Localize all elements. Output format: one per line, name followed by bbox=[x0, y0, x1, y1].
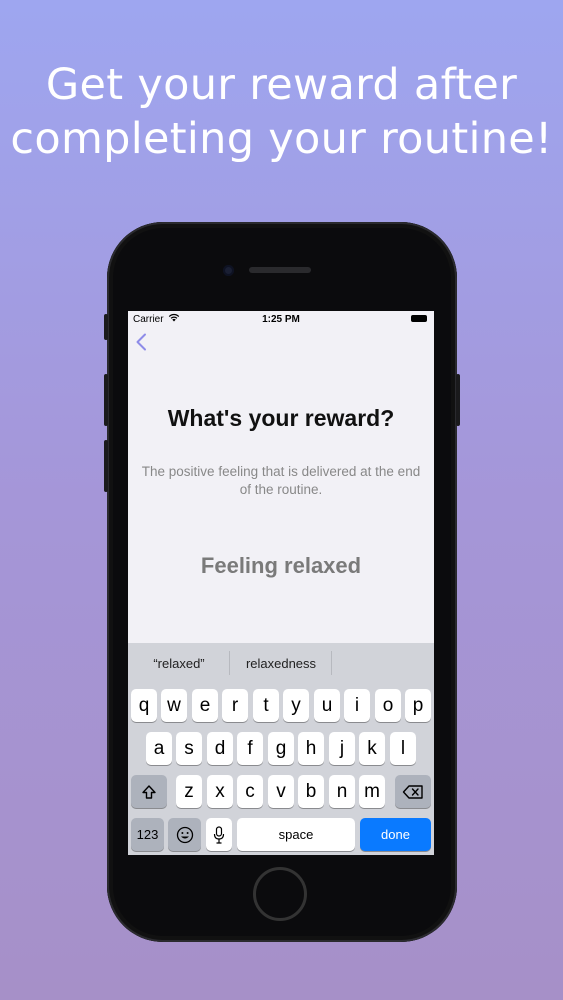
phone-screen: Carrier 1:25 PM What's your reward? The … bbox=[128, 311, 434, 855]
headline-line-1: Get your reward after bbox=[45, 60, 518, 110]
keyboard: “relaxed” relaxedness q w e r t y u i o … bbox=[128, 643, 434, 855]
key-f[interactable]: f bbox=[237, 732, 263, 765]
volume-down-button bbox=[104, 440, 108, 492]
suggestion-divider bbox=[331, 651, 332, 675]
key-w[interactable]: w bbox=[161, 689, 187, 722]
key-m[interactable]: m bbox=[359, 775, 385, 808]
key-c[interactable]: c bbox=[237, 775, 263, 808]
home-button[interactable] bbox=[253, 867, 307, 921]
shift-icon bbox=[142, 784, 156, 799]
delete-key[interactable] bbox=[395, 775, 431, 808]
space-key[interactable]: space bbox=[237, 818, 355, 851]
suggestion-bar: “relaxed” relaxedness bbox=[128, 643, 434, 685]
key-x[interactable]: x bbox=[207, 775, 233, 808]
key-z[interactable]: z bbox=[176, 775, 202, 808]
key-q[interactable]: q bbox=[131, 689, 157, 722]
key-e[interactable]: e bbox=[192, 689, 218, 722]
key-b[interactable]: b bbox=[298, 775, 324, 808]
suggestion-1[interactable]: “relaxed” bbox=[134, 656, 224, 671]
key-n[interactable]: n bbox=[329, 775, 355, 808]
key-i[interactable]: i bbox=[344, 689, 370, 722]
key-p[interactable]: p bbox=[405, 689, 431, 722]
page-subtitle: The positive feeling that is delivered a… bbox=[141, 464, 421, 497]
headline-line-2: completing your routine! bbox=[10, 114, 553, 164]
key-r[interactable]: r bbox=[222, 689, 248, 722]
mute-switch bbox=[104, 314, 108, 340]
key-l[interactable]: l bbox=[390, 732, 416, 765]
reward-input[interactable] bbox=[128, 551, 434, 581]
delete-icon bbox=[402, 784, 423, 799]
emoji-icon bbox=[176, 826, 193, 843]
promo-headline: Get your reward after completing your ro… bbox=[0, 58, 563, 166]
phone-frame: Carrier 1:25 PM What's your reward? The … bbox=[104, 222, 460, 942]
volume-up-button bbox=[104, 374, 108, 426]
status-bar: Carrier 1:25 PM bbox=[128, 311, 434, 329]
numbers-key[interactable]: 123 bbox=[131, 818, 164, 851]
done-button[interactable]: done bbox=[360, 818, 431, 851]
key-a[interactable]: a bbox=[146, 732, 172, 765]
earpiece-speaker bbox=[249, 267, 311, 273]
suggestion-2[interactable]: relaxedness bbox=[232, 656, 330, 671]
shift-key[interactable] bbox=[131, 775, 167, 808]
suggestion-divider bbox=[229, 651, 230, 675]
key-v[interactable]: v bbox=[268, 775, 294, 808]
key-k[interactable]: k bbox=[359, 732, 385, 765]
key-u[interactable]: u bbox=[314, 689, 340, 722]
front-camera bbox=[223, 265, 234, 276]
key-t[interactable]: t bbox=[253, 689, 279, 722]
key-h[interactable]: h bbox=[298, 732, 324, 765]
key-d[interactable]: d bbox=[207, 732, 233, 765]
battery-icon bbox=[411, 315, 427, 322]
key-o[interactable]: o bbox=[375, 689, 401, 722]
microphone-icon bbox=[213, 825, 225, 844]
power-button bbox=[456, 374, 460, 426]
microphone-key[interactable] bbox=[206, 818, 232, 851]
key-y[interactable]: y bbox=[283, 689, 309, 722]
status-time: 1:25 PM bbox=[262, 314, 300, 325]
key-s[interactable]: s bbox=[176, 732, 202, 765]
key-g[interactable]: g bbox=[268, 732, 294, 765]
chevron-left-icon[interactable] bbox=[135, 333, 147, 357]
page-title: What's your reward? bbox=[167, 405, 395, 431]
emoji-key[interactable] bbox=[168, 818, 201, 851]
key-j[interactable]: j bbox=[329, 732, 355, 765]
